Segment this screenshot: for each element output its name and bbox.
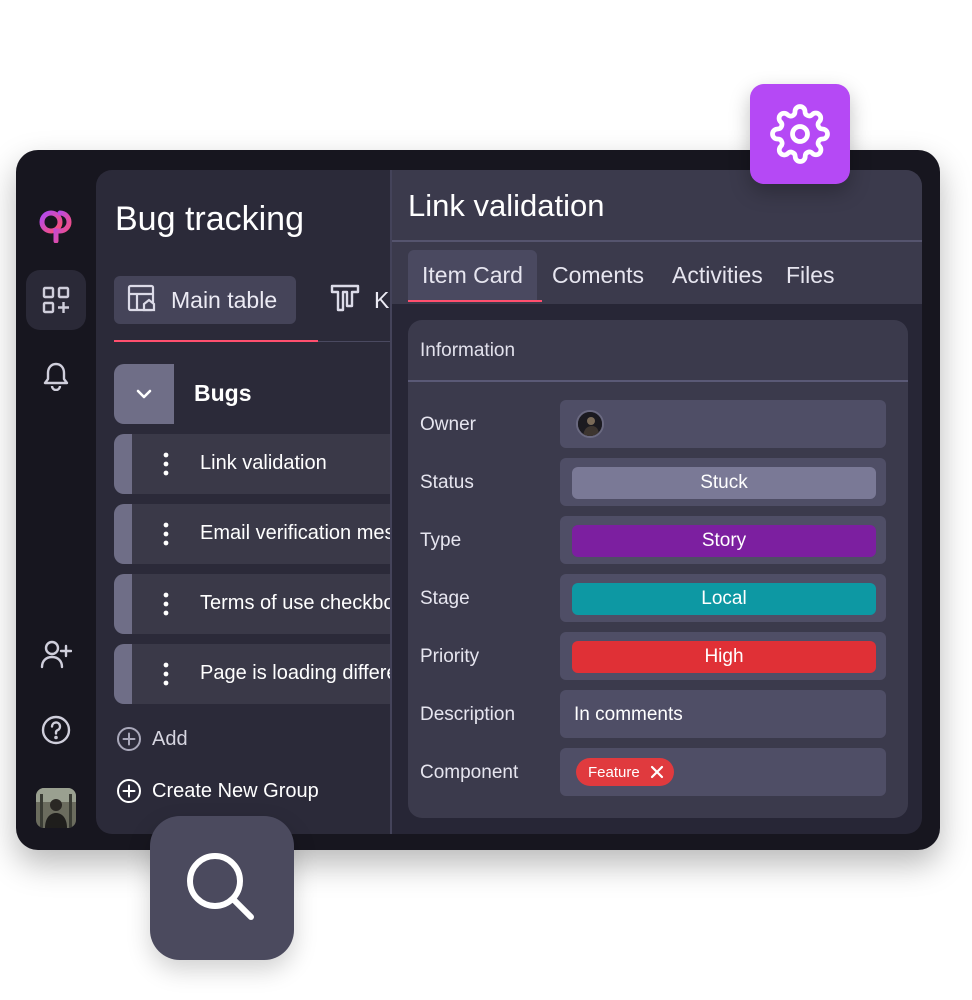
field-label: Priority: [420, 646, 480, 667]
group-header: Bugs: [114, 364, 396, 424]
tab-kanban-label: K: [374, 286, 390, 313]
tab-item-card[interactable]: Item Card: [408, 250, 537, 300]
description-value: In comments: [574, 704, 683, 725]
description-field[interactable]: In comments: [560, 690, 886, 738]
row-color-stripe: [114, 644, 132, 704]
field-component: Component Feature: [408, 748, 908, 796]
create-group-label: Create New Group: [152, 779, 319, 802]
search-icon[interactable]: [150, 816, 294, 960]
add-user-icon[interactable]: [36, 634, 76, 674]
status-pill[interactable]: Stuck: [572, 467, 876, 499]
priority-field[interactable]: High: [560, 632, 886, 680]
tab-divider: [318, 341, 396, 342]
add-circle-icon: [117, 779, 141, 803]
more-vertical-icon[interactable]: [156, 450, 176, 478]
close-icon[interactable]: [650, 765, 664, 779]
row-label: Page is loading differe: [200, 662, 396, 684]
row-color-stripe: [114, 434, 132, 494]
table-row[interactable]: Link validation: [114, 434, 396, 494]
field-label: Type: [420, 530, 462, 551]
avatar[interactable]: [36, 788, 76, 828]
owner-field[interactable]: [560, 400, 886, 448]
tab-comments[interactable]: Coments: [552, 250, 644, 300]
tab-kanban[interactable]: K: [330, 282, 389, 318]
component-field[interactable]: Feature: [560, 748, 886, 796]
logo-icon[interactable]: [36, 205, 76, 245]
row-label: Terms of use checkbo: [200, 592, 395, 614]
detail-tabs: Item Card Coments Activities Files: [392, 242, 922, 304]
apps-icon[interactable]: [26, 270, 86, 330]
row-label: Email verification mes: [200, 522, 395, 544]
bell-icon[interactable]: [36, 356, 76, 396]
gear-icon[interactable]: [750, 84, 850, 184]
add-item-button[interactable]: Add: [116, 726, 188, 752]
help-icon[interactable]: [36, 710, 76, 750]
owner-avatar[interactable]: [576, 410, 604, 438]
more-vertical-icon[interactable]: [156, 520, 176, 548]
tab-files[interactable]: Files: [786, 250, 835, 300]
divider: [408, 380, 908, 382]
component-tag[interactable]: Feature: [576, 758, 674, 786]
field-label: Description: [420, 704, 516, 725]
table-home-icon: [126, 283, 160, 317]
information-title: Information: [420, 340, 516, 361]
group-collapse-button[interactable]: [114, 364, 174, 424]
active-tab-indicator: [408, 300, 542, 302]
tab-main-table[interactable]: Main table: [114, 276, 296, 324]
create-group-button[interactable]: Create New Group: [116, 778, 319, 804]
field-owner: Owner: [408, 400, 908, 448]
tab-activities[interactable]: Activities: [672, 250, 763, 300]
status-field[interactable]: Stuck: [560, 458, 886, 506]
detail-title: Link validation: [408, 188, 605, 223]
type-field[interactable]: Story: [560, 516, 886, 564]
more-vertical-icon[interactable]: [156, 660, 176, 688]
field-type: Type Story: [408, 516, 908, 564]
active-tab-indicator: [114, 340, 318, 342]
component-tag-label: Feature: [588, 763, 640, 781]
table-row[interactable]: Email verification mes: [114, 504, 396, 564]
chevron-down-icon: [136, 389, 152, 399]
stage-field[interactable]: Local: [560, 574, 886, 622]
field-label: Stage: [420, 588, 470, 609]
table-row[interactable]: Terms of use checkbo: [114, 574, 396, 634]
stage-pill[interactable]: Local: [572, 583, 876, 615]
field-description: Description In comments: [408, 690, 908, 738]
board-panel: Bug tracking Main table K Bugs Link vali…: [96, 170, 396, 834]
field-stage: Stage Local: [408, 574, 908, 622]
item-detail-panel: Link validation Item Card Coments Activi…: [390, 170, 922, 834]
field-label: Component: [420, 762, 519, 783]
more-vertical-icon[interactable]: [156, 590, 176, 618]
field-priority: Priority High: [408, 632, 908, 680]
add-item-label: Add: [152, 727, 188, 750]
board-title: Bug tracking: [115, 200, 304, 238]
kanban-icon: [330, 283, 360, 318]
field-label: Owner: [420, 414, 476, 435]
row-color-stripe: [114, 504, 132, 564]
group-name: Bugs: [194, 380, 252, 406]
field-status: Status Stuck: [408, 458, 908, 506]
tab-main-table-label: Main table: [171, 286, 278, 313]
type-pill[interactable]: Story: [572, 525, 876, 557]
row-color-stripe: [114, 574, 132, 634]
information-card: Information Owner Status Stuck Type Stor…: [408, 320, 908, 818]
field-label: Status: [420, 472, 474, 493]
add-circle-icon: [117, 727, 141, 751]
row-label: Link validation: [200, 452, 327, 474]
priority-pill[interactable]: High: [572, 641, 876, 673]
table-row[interactable]: Page is loading differe: [114, 644, 396, 704]
